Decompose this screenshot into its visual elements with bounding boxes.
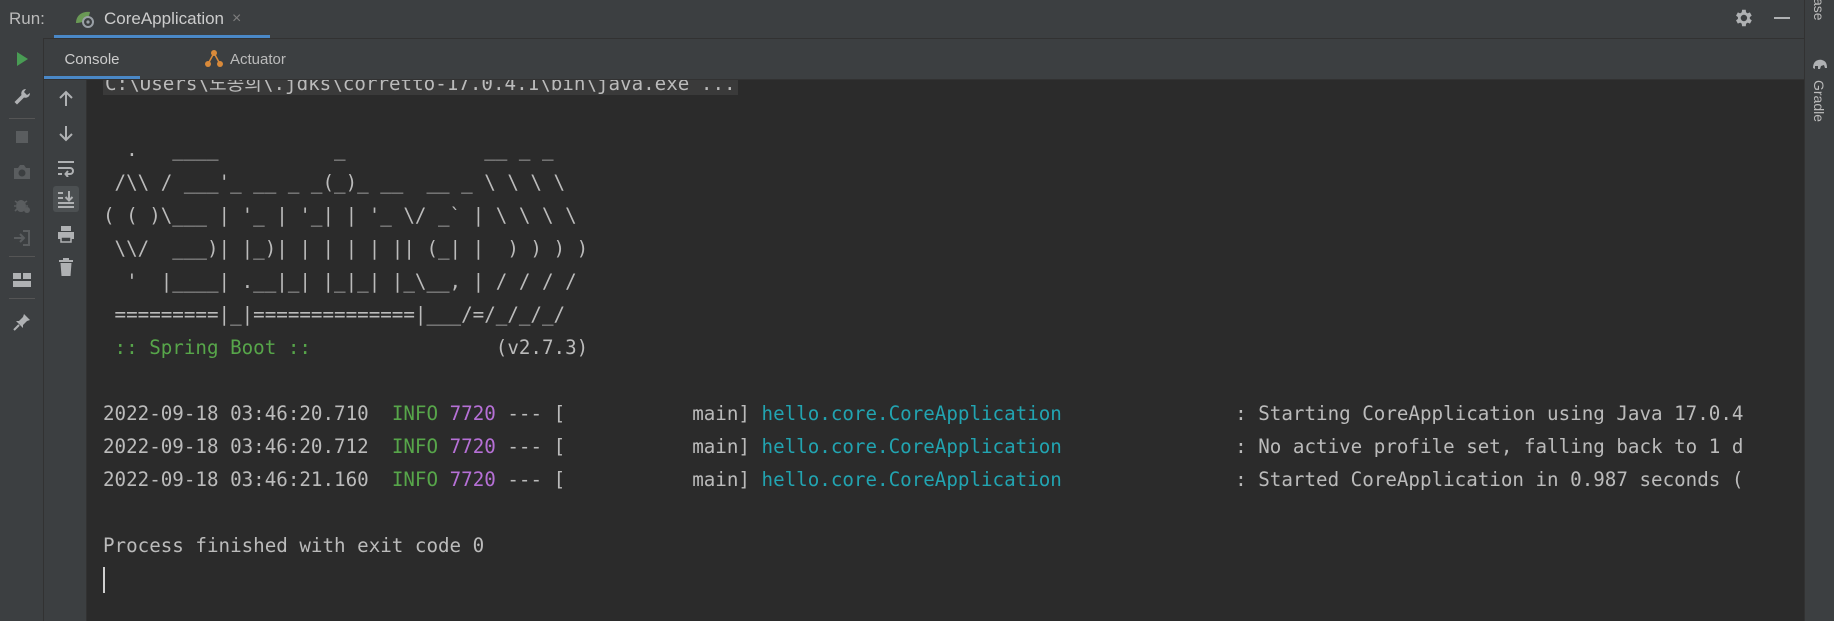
close-icon[interactable]: × bbox=[232, 10, 241, 28]
run-left-toolbar bbox=[0, 38, 44, 621]
bug-settings-icon[interactable] bbox=[10, 193, 34, 217]
soft-wrap-icon[interactable] bbox=[53, 155, 79, 181]
log-level: INFO bbox=[391, 435, 439, 458]
log-pid: 7720 bbox=[449, 435, 496, 458]
log-pid: 7720 bbox=[449, 468, 496, 491]
banner-line: \\/ ___)| |_)| | | | | || (_| | ) ) ) ) bbox=[103, 237, 589, 260]
pin-icon[interactable] bbox=[10, 310, 34, 334]
banner-line: . ____ _ __ _ _ bbox=[103, 138, 554, 161]
log-timestamp: 2022-09-18 03:46:21.160 bbox=[103, 468, 369, 491]
right-strip-item-database[interactable]: ase bbox=[1811, 0, 1827, 21]
log-logger: hello.core.CoreApplication bbox=[761, 468, 1062, 491]
run-tab-coreapplication[interactable]: CoreApplication × bbox=[54, 0, 270, 38]
down-arrow-icon[interactable] bbox=[53, 120, 79, 146]
log-line: 2022-09-18 03:46:21.160 INFO 7720 --- [ … bbox=[103, 468, 1743, 491]
banner-line: ( ( )\___ | '_ | '_| | '_ \/ _` | \ \ \ … bbox=[103, 204, 577, 227]
log-message: : Started CoreApplication in 0.987 secon… bbox=[1061, 468, 1744, 491]
active-tab-indicator bbox=[54, 35, 270, 38]
process-finished: Process finished with exit code 0 bbox=[103, 534, 485, 557]
run-label: Run: bbox=[9, 9, 45, 28]
console-output[interactable]: C:\Users\노송희\.jdks\corretto-17.0.4.1\bin… bbox=[87, 80, 1804, 621]
spring-boot-label: :: Spring Boot :: bbox=[103, 336, 323, 359]
console-toolbar bbox=[44, 80, 87, 621]
stop-icon[interactable] bbox=[10, 125, 34, 149]
spring-boot-version: (v2.7.3) bbox=[322, 336, 589, 359]
log-line: 2022-09-18 03:46:20.712 INFO 7720 --- [ … bbox=[103, 435, 1743, 458]
gear-icon[interactable] bbox=[1732, 7, 1754, 29]
log-level: INFO bbox=[391, 402, 439, 425]
camera-icon[interactable] bbox=[10, 160, 34, 184]
log-level: INFO bbox=[391, 468, 439, 491]
tab-console-label: Console bbox=[64, 50, 120, 68]
actuator-icon bbox=[205, 50, 223, 67]
run-toolbar: Run: CoreApplication × bbox=[0, 0, 1804, 39]
log-logger: hello.core.CoreApplication bbox=[761, 402, 1062, 425]
tab-actuator[interactable]: Actuator bbox=[204, 39, 286, 79]
run-tool-tabs: Console Actuator bbox=[44, 39, 1804, 80]
text-caret bbox=[103, 566, 105, 593]
toolbar-separator bbox=[9, 298, 35, 299]
scroll-to-end-icon[interactable] bbox=[53, 186, 79, 212]
banner-line: ' |____| .__|_| |_|_| |_\__, | / / / / bbox=[103, 270, 577, 293]
log-thread: --- [ main] bbox=[495, 468, 762, 491]
trash-icon[interactable] bbox=[53, 254, 79, 280]
log-timestamp: 2022-09-18 03:46:20.710 bbox=[103, 402, 369, 425]
log-message: : Starting CoreApplication using Java 17… bbox=[1061, 402, 1744, 425]
layout-icon[interactable] bbox=[10, 268, 34, 292]
minimize-icon[interactable] bbox=[1774, 17, 1790, 19]
active-tab-indicator bbox=[44, 76, 140, 79]
wrench-icon[interactable] bbox=[10, 85, 34, 109]
log-thread: --- [ main] bbox=[495, 435, 762, 458]
console-text: C:\Users\노송희\.jdks\corretto-17.0.4.1\bin… bbox=[103, 80, 1743, 595]
banner-line: /\\ / ___'_ __ _ _(_)_ __ __ _ \ \ \ \ bbox=[103, 171, 566, 194]
up-arrow-icon[interactable] bbox=[53, 86, 79, 112]
spring-boot-run-icon bbox=[76, 11, 94, 28]
log-timestamp: 2022-09-18 03:46:20.712 bbox=[103, 435, 369, 458]
command-line[interactable]: C:\Users\노송희\.jdks\corretto-17.0.4.1\bin… bbox=[103, 80, 738, 95]
log-thread: --- [ main] bbox=[495, 402, 762, 425]
log-line: 2022-09-18 03:46:20.710 INFO 7720 --- [ … bbox=[103, 402, 1743, 425]
run-tab-title: CoreApplication bbox=[104, 9, 225, 28]
toolbar-separator bbox=[9, 256, 35, 257]
right-strip-item-gradle[interactable]: Gradle bbox=[1811, 80, 1827, 122]
gradle-elephant-icon[interactable] bbox=[1811, 56, 1829, 72]
rerun-icon[interactable] bbox=[10, 47, 34, 71]
print-icon[interactable] bbox=[53, 221, 79, 247]
tab-console[interactable]: Console bbox=[44, 39, 140, 79]
right-tool-strip: ase Gradle bbox=[1804, 0, 1834, 621]
toolbar-separator bbox=[9, 118, 35, 119]
banner-line: =========|_|==============|___/=/_/_/_/ bbox=[103, 303, 566, 326]
exit-icon[interactable] bbox=[10, 226, 34, 250]
tab-actuator-label: Actuator bbox=[230, 50, 286, 68]
log-message: : No active profile set, falling back to… bbox=[1061, 435, 1744, 458]
log-pid: 7720 bbox=[449, 402, 496, 425]
log-logger: hello.core.CoreApplication bbox=[761, 435, 1062, 458]
